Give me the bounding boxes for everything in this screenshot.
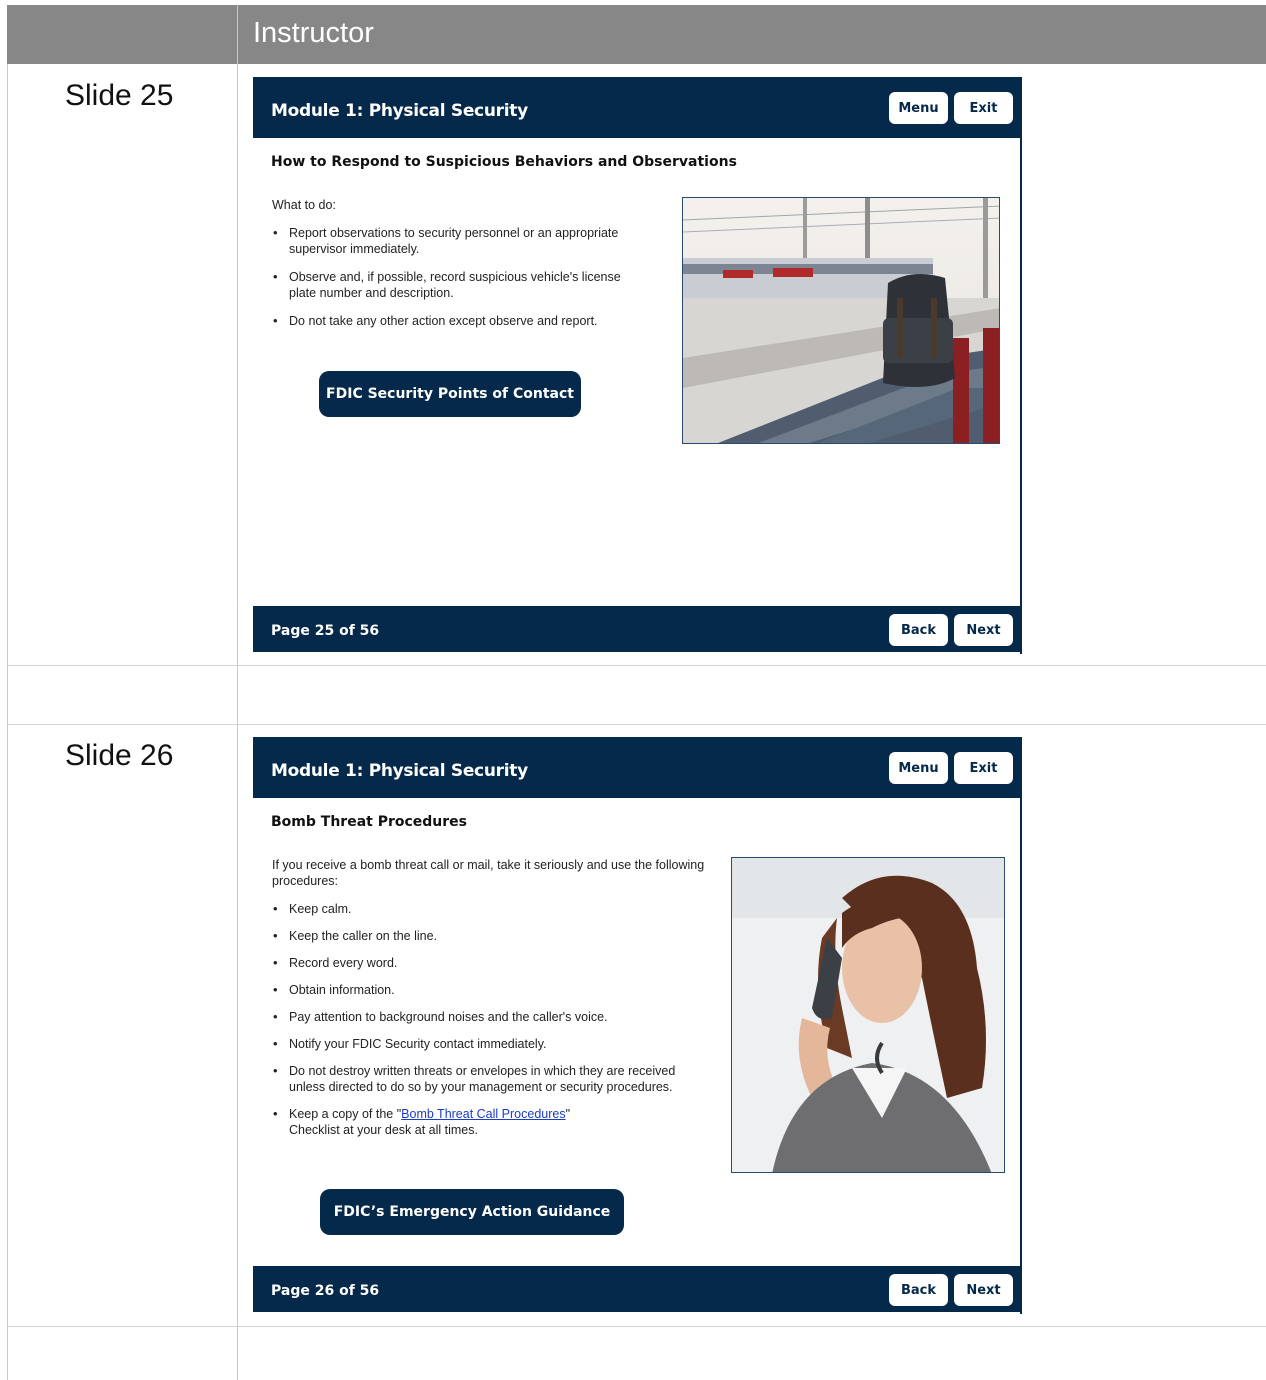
security-contacts-button[interactable]: FDIC Security Points of Contact bbox=[319, 371, 581, 417]
emergency-guidance-button[interactable]: FDIC’s Emergency Action Guidance bbox=[320, 1189, 624, 1235]
slide-heading: Bomb Threat Procedures bbox=[271, 814, 467, 830]
list-item: Pay attention to background noises and t… bbox=[272, 1009, 712, 1025]
bullet-list: Report observations to security personne… bbox=[272, 225, 647, 341]
exit-button[interactable]: Exit bbox=[954, 752, 1013, 784]
next-button[interactable]: Next bbox=[954, 614, 1013, 646]
menu-button[interactable]: Menu bbox=[889, 92, 948, 124]
list-item: Report observations to security personne… bbox=[272, 225, 647, 257]
list-item: Keep the caller on the line. bbox=[272, 928, 712, 944]
page-counter: Page 26 of 56 bbox=[271, 1283, 380, 1299]
backpack-photo bbox=[682, 197, 1000, 444]
slide-top-bar: Module 1: Physical Security Menu Exit bbox=[253, 737, 1020, 798]
table-border-left bbox=[7, 64, 8, 1380]
slide-top-bar: Module 1: Physical Security Menu Exit bbox=[253, 77, 1020, 138]
list-item: Notify your FDIC Security contact immedi… bbox=[272, 1036, 712, 1052]
table-header: Instructor bbox=[7, 5, 1266, 64]
bomb-threat-procedures-link[interactable]: Bomb Threat Call Procedures bbox=[401, 1107, 565, 1121]
column-divider bbox=[237, 5, 238, 1380]
slide-26: Module 1: Physical Security Menu Exit Bo… bbox=[253, 737, 1022, 1314]
list-item: Observe and, if possible, record suspici… bbox=[272, 269, 647, 301]
list-item: Do not destroy written threats or envelo… bbox=[272, 1063, 699, 1095]
list-item: Keep a copy of the "Bomb Threat Call Pro… bbox=[272, 1106, 589, 1138]
list-item: Keep calm. bbox=[272, 901, 712, 917]
list-item: Obtain information. bbox=[272, 982, 712, 998]
bullet-text-prefix: Keep a copy of the " bbox=[289, 1107, 402, 1121]
row-divider bbox=[7, 1326, 1266, 1327]
row-divider bbox=[7, 724, 1266, 725]
row-divider bbox=[7, 665, 1266, 666]
column-title: Instructor bbox=[253, 17, 374, 49]
slide-25: Module 1: Physical Security Menu Exit Ho… bbox=[253, 77, 1022, 654]
slide-heading: How to Respond to Suspicious Behaviors a… bbox=[271, 154, 737, 170]
back-button[interactable]: Back bbox=[889, 1274, 948, 1306]
module-title: Module 1: Physical Security bbox=[271, 761, 528, 781]
slide-bottom-bar: Page 26 of 56 Back Next bbox=[253, 1266, 1020, 1312]
slide-intro: If you receive a bomb threat call or mai… bbox=[272, 858, 705, 888]
list-item: Record every word. bbox=[272, 955, 712, 971]
backpack-on-bench-icon bbox=[683, 198, 999, 443]
exit-button[interactable]: Exit bbox=[954, 92, 1013, 124]
slide-bottom-bar: Page 25 of 56 Back Next bbox=[253, 606, 1020, 652]
slide-25-label: Slide 25 bbox=[65, 79, 174, 112]
woman-on-phone-photo bbox=[731, 857, 1005, 1173]
instructor-table: Instructor Slide 25 Module 1: Physical S… bbox=[7, 5, 1266, 1380]
list-item: Do not take any other action except obse… bbox=[272, 313, 647, 329]
back-button[interactable]: Back bbox=[889, 614, 948, 646]
page-counter: Page 25 of 56 bbox=[271, 623, 380, 639]
slide-26-label: Slide 26 bbox=[65, 739, 174, 772]
menu-button[interactable]: Menu bbox=[889, 752, 948, 784]
bullet-list: Keep calm. Keep the caller on the line. … bbox=[272, 901, 712, 1150]
slide-intro: What to do: bbox=[272, 198, 336, 212]
next-button[interactable]: Next bbox=[954, 1274, 1013, 1306]
woman-on-phone-icon bbox=[732, 858, 1004, 1172]
module-title: Module 1: Physical Security bbox=[271, 101, 528, 121]
